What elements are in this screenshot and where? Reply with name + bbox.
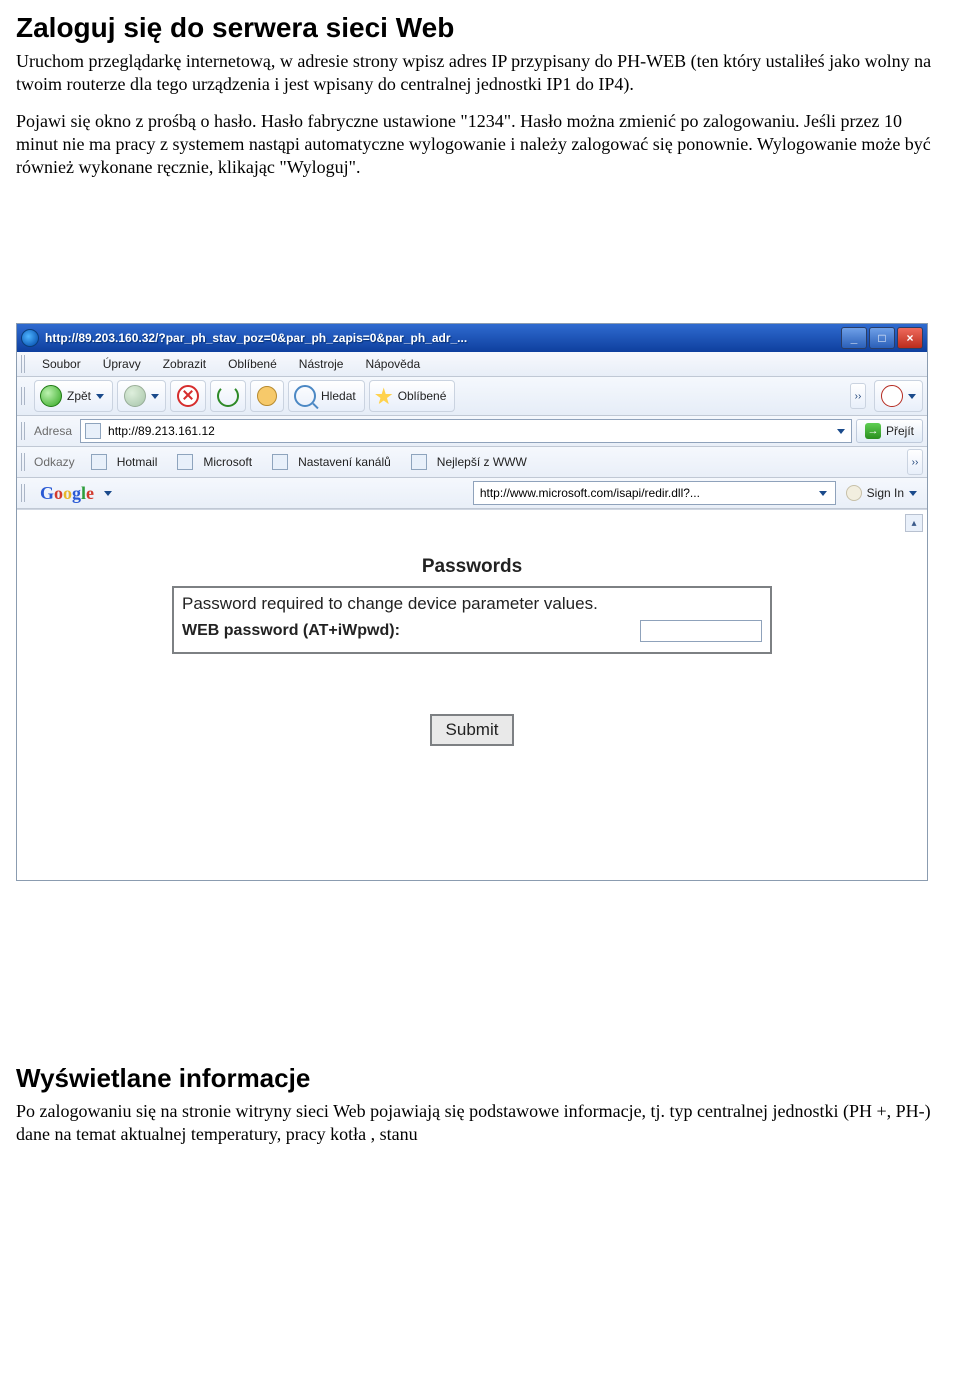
address-input[interactable] xyxy=(106,423,833,439)
star-icon xyxy=(375,387,393,405)
passwords-panel: Passwords Password required to change de… xyxy=(172,550,772,746)
home-button[interactable] xyxy=(250,380,284,412)
minimize-button[interactable]: _ xyxy=(841,327,867,349)
password-label: WEB password (AT+iWpwd): xyxy=(182,622,400,640)
forward-button[interactable] xyxy=(117,380,166,412)
chevron-down-icon xyxy=(151,394,159,399)
ie-icon xyxy=(21,329,39,347)
reload-icon xyxy=(217,385,239,407)
paragraph-1: Uruchom przeglądarkę internetową, w adre… xyxy=(16,50,944,96)
link-best-www[interactable]: Nejlepší z WWW xyxy=(403,451,535,473)
menu-favorites[interactable]: Oblíbené xyxy=(218,355,287,373)
maximize-button[interactable]: □ xyxy=(869,327,895,349)
grip-icon xyxy=(21,387,27,405)
go-icon: → xyxy=(865,423,881,439)
menu-bar: Soubor Úpravy Zobrazit Oblíbené Nástroje… xyxy=(17,352,927,377)
forward-icon xyxy=(124,385,146,407)
favorites-button[interactable]: Oblíbené xyxy=(369,380,456,412)
passwords-box: Password required to change device param… xyxy=(172,586,772,654)
address-dropdown[interactable] xyxy=(833,421,849,441)
favorites-label: Oblíbené xyxy=(398,389,447,403)
toolbar: Zpět Hledat Oblíbené ›› xyxy=(17,377,927,416)
google-search-input-wrap[interactable] xyxy=(473,481,836,505)
grip-icon xyxy=(21,422,27,440)
grip-icon xyxy=(21,355,27,373)
sign-in-button[interactable]: Sign In xyxy=(840,485,923,501)
link-label: Nejlepší z WWW xyxy=(437,455,527,469)
page-title-1: Zaloguj się do serwera sieci Web xyxy=(16,12,944,44)
paragraph-2: Pojawi się okno z prośbą o hasło. Hasło … xyxy=(16,110,944,179)
page-icon xyxy=(85,423,101,439)
link-channels[interactable]: Nastavení kanálů xyxy=(264,451,399,473)
links-label: Odkazy xyxy=(34,455,79,469)
links-overflow[interactable]: ›› xyxy=(907,449,923,475)
page-icon xyxy=(272,454,288,470)
menu-tools[interactable]: Nástroje xyxy=(289,355,354,373)
passwords-title: Passwords xyxy=(172,550,772,586)
sign-in-label: Sign In xyxy=(867,486,904,500)
chevron-down-icon[interactable] xyxy=(104,491,112,496)
browser-viewport: ▴ Passwords Password required to change … xyxy=(17,509,927,880)
search-icon xyxy=(294,385,316,407)
link-label: Nastavení kanálů xyxy=(298,455,391,469)
menu-edit[interactable]: Úpravy xyxy=(93,355,151,373)
paragraph-3: Po zalogowaniu się na stronie witryny si… xyxy=(16,1100,944,1146)
passwords-desc: Password required to change device param… xyxy=(182,594,762,614)
back-button[interactable]: Zpět xyxy=(34,380,113,412)
google-logo[interactable]: Google xyxy=(34,483,100,504)
pdf-button[interactable] xyxy=(874,380,923,412)
menu-help[interactable]: Nápověda xyxy=(355,355,430,373)
chevron-down-icon xyxy=(96,394,104,399)
page-icon xyxy=(177,454,193,470)
back-icon xyxy=(40,385,62,407)
menu-file[interactable]: Soubor xyxy=(32,355,91,373)
home-icon xyxy=(257,386,277,406)
stop-button[interactable] xyxy=(170,380,206,412)
address-bar: Adresa → Přejít xyxy=(17,416,927,447)
vertical-gap xyxy=(16,893,944,1063)
search-label: Hledat xyxy=(321,389,356,403)
link-label: Hotmail xyxy=(117,455,158,469)
page-icon xyxy=(91,454,107,470)
user-icon xyxy=(846,485,862,501)
page-title-2: Wyświetlane informacje xyxy=(16,1063,944,1094)
browser-window: http://89.203.160.32/?par_ph_stav_poz=0&… xyxy=(16,323,928,881)
google-search-input[interactable] xyxy=(478,485,815,501)
back-label: Zpět xyxy=(67,389,91,403)
pdf-icon xyxy=(881,385,903,407)
reload-button[interactable] xyxy=(210,380,246,412)
address-input-wrap[interactable] xyxy=(80,419,852,443)
google-toolbar: Google Sign In xyxy=(17,478,927,509)
vertical-gap xyxy=(16,193,944,313)
scroll-up-button[interactable]: ▴ xyxy=(905,514,923,532)
toolbar-overflow[interactable]: ›› xyxy=(850,383,866,409)
chevron-down-icon xyxy=(908,394,916,399)
submit-button[interactable]: Submit xyxy=(430,714,515,746)
page-icon xyxy=(411,454,427,470)
grip-icon xyxy=(21,453,27,471)
link-label: Microsoft xyxy=(203,455,252,469)
grip-icon xyxy=(21,484,27,502)
search-button[interactable]: Hledat xyxy=(288,380,365,412)
close-button[interactable]: × xyxy=(897,327,923,349)
go-button[interactable]: → Přejít xyxy=(856,419,923,443)
menu-view[interactable]: Zobrazit xyxy=(153,355,216,373)
link-microsoft[interactable]: Microsoft xyxy=(169,451,260,473)
google-dropdown[interactable] xyxy=(815,483,831,503)
links-bar: Odkazy Hotmail Microsoft Nastavení kanál… xyxy=(17,447,927,478)
window-title: http://89.203.160.32/?par_ph_stav_poz=0&… xyxy=(45,331,841,345)
password-input[interactable] xyxy=(640,620,762,642)
chevron-down-icon xyxy=(909,491,917,496)
stop-icon xyxy=(177,385,199,407)
link-hotmail[interactable]: Hotmail xyxy=(83,451,166,473)
go-label: Přejít xyxy=(886,424,914,438)
window-titlebar: http://89.203.160.32/?par_ph_stav_poz=0&… xyxy=(17,324,927,352)
address-label: Adresa xyxy=(34,424,76,438)
